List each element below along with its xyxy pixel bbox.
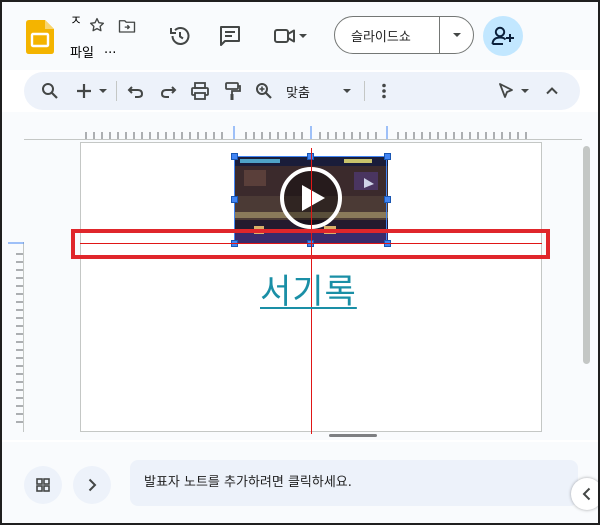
document-title[interactable]: ㅈ [70,10,82,29]
share-button[interactable] [483,16,523,56]
collapse-toolbar-chevron-up-icon[interactable] [542,81,562,101]
top-bar: ㅈ 파일 ... 슬라이드쇼 [2,2,598,70]
version-history-button[interactable] [166,22,194,50]
horizontal-ruler[interactable] [24,126,582,140]
grid-view-button[interactable] [24,466,62,504]
show-filmstrip-button[interactable] [73,466,111,504]
new-slide-chevron-icon[interactable] [96,81,110,101]
comments-button[interactable] [216,22,244,50]
speaker-notes-field[interactable]: 발표자 노트를 추가하려면 클릭하세요. [130,460,578,506]
zoom-chevron-down-icon[interactable] [340,81,354,101]
slide-link-text[interactable]: 서기록 [260,264,357,313]
more-options-icon[interactable] [374,81,394,101]
new-slide-plus-icon[interactable] [74,81,94,101]
meet-button[interactable] [268,22,314,50]
meet-video-icon [274,29,295,43]
chevron-right-icon [88,478,97,492]
resize-handle-right[interactable] [384,196,391,203]
vertical-ruler[interactable] [8,242,24,432]
comment-icon [220,26,240,46]
slideshow-divider [439,17,440,53]
select-chevron-down-icon[interactable] [518,81,532,101]
share-add-person-icon [491,26,514,45]
print-icon[interactable] [190,81,210,101]
resize-handle-top-left[interactable] [231,153,238,160]
history-icon [170,27,190,45]
star-icon[interactable] [88,16,106,34]
zoom-icon[interactable] [254,81,274,101]
slideshow-button[interactable]: 슬라이드쇼 [334,16,474,54]
side-panel-toggle-button[interactable] [571,478,598,510]
paint-format-icon[interactable] [222,81,242,101]
vertical-scrollbar[interactable] [583,146,590,364]
grid-view-icon [36,478,50,492]
slides-logo-icon[interactable] [26,20,54,54]
move-to-folder-icon[interactable] [118,18,136,34]
toolbar-divider [116,81,117,101]
menu-more[interactable]: ... [104,42,116,57]
resize-handle-top-right[interactable] [384,153,391,160]
redo-icon[interactable] [158,81,178,101]
zoom-select[interactable]: 맞춤 [286,82,310,101]
search-menus-icon[interactable] [40,81,60,101]
toolbar-divider [364,81,365,101]
slideshow-options-chevron-icon[interactable] [447,25,467,45]
highlight-annotation-box [71,229,550,259]
app-window: ㅈ 파일 ... 슬라이드쇼 맞춤 서기록 발표자 노트를 추가하려면 클릭하세… [0,0,600,525]
chevron-down-icon [299,34,307,38]
chevron-left-icon [582,487,591,501]
speaker-notes-placeholder: 발표자 노트를 추가하려면 클릭하세요. [144,475,352,490]
select-cursor-icon[interactable] [496,81,516,101]
resize-handle-left[interactable] [231,196,238,203]
editing-toolbar: 맞춤 [24,72,580,110]
undo-icon[interactable] [126,81,146,101]
notes-resize-handle[interactable] [329,434,377,437]
menu-file[interactable]: 파일 [70,42,94,61]
slideshow-label: 슬라이드쇼 [351,30,411,45]
